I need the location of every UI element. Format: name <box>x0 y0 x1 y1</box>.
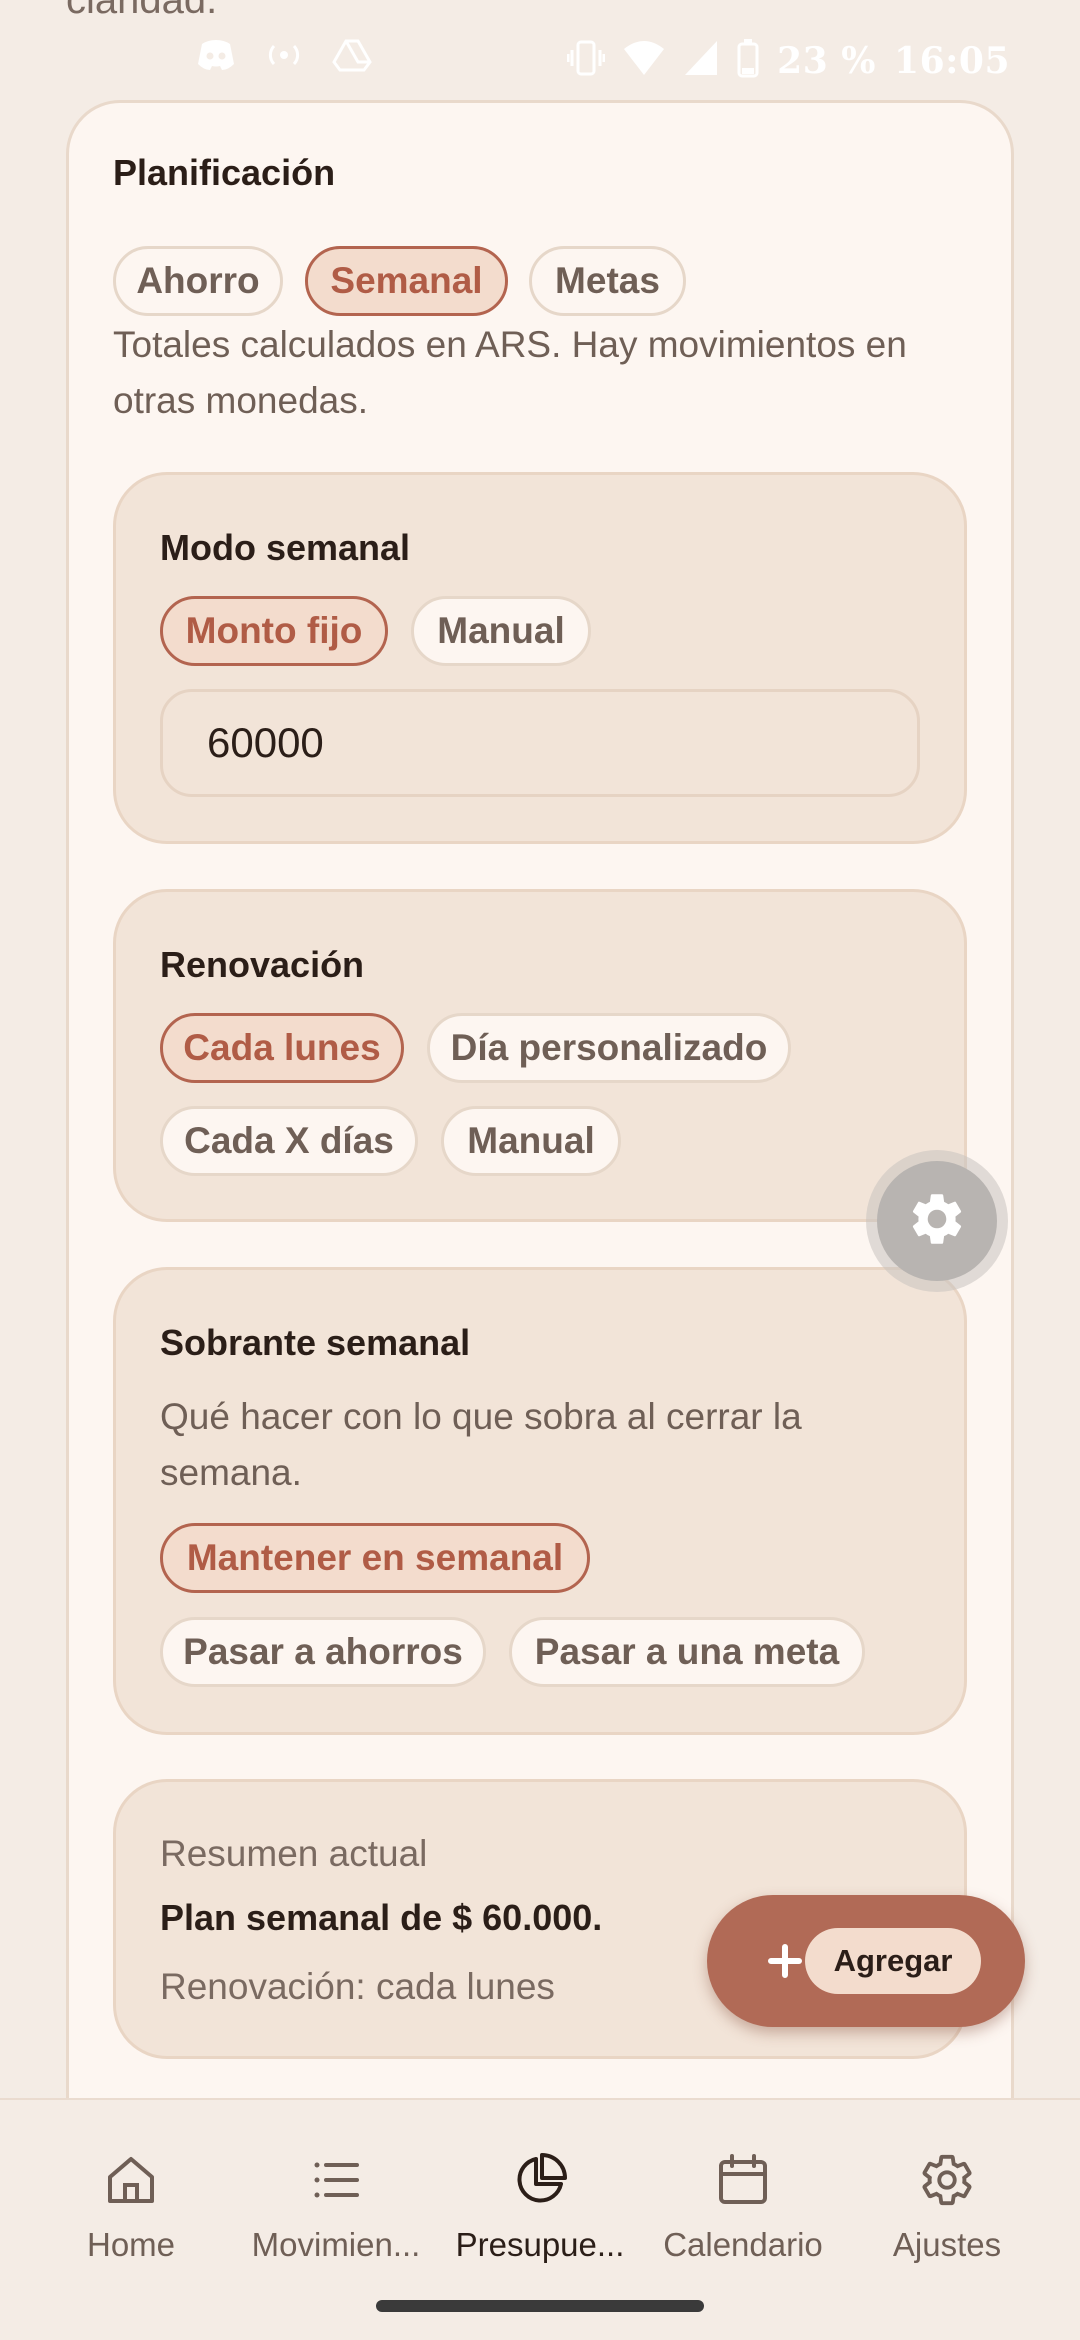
drive-icon <box>332 38 372 77</box>
option-label: Cada lunes <box>183 1027 381 1068</box>
option-label: Manual <box>467 1120 595 1161</box>
pie-chart-icon <box>510 2150 570 2210</box>
weekly-mode-title: Modo semanal <box>160 527 411 568</box>
status-bar: 23 % 16:05 <box>0 30 1080 90</box>
add-fab-label: Agregar <box>805 1928 981 1994</box>
nav-label: Presupue... <box>455 2226 625 2263</box>
hotspot-icon <box>264 38 304 77</box>
nav-presupuesto[interactable]: Presupue... <box>440 2150 640 2264</box>
nav-ajustes[interactable]: Ajustes <box>847 2150 1047 2264</box>
nav-calendario[interactable]: Calendario <box>643 2150 843 2264</box>
nav-home[interactable]: Home <box>31 2150 231 2264</box>
vibrate-icon <box>566 38 606 83</box>
option-label: Día personalizado <box>450 1027 768 1068</box>
battery-icon <box>737 38 759 83</box>
weekly-amount-input[interactable]: 60000 <box>160 689 920 797</box>
list-icon <box>306 2150 366 2210</box>
summary-label: Resumen actual <box>160 1833 428 1874</box>
option-pasar-a-ahorros[interactable]: Pasar a ahorros <box>160 1617 486 1687</box>
option-manual[interactable]: Manual <box>411 596 591 666</box>
nav-label: Calendario <box>663 2226 823 2263</box>
summary-renewal: Renovación: cada lunes <box>160 1966 555 2007</box>
tab-label: Metas <box>555 260 660 301</box>
nav-label: Movimien... <box>251 2226 421 2263</box>
option-pasar-a-una-meta[interactable]: Pasar a una meta <box>509 1617 865 1687</box>
home-icon <box>101 2150 161 2210</box>
option-dia-personalizado[interactable]: Día personalizado <box>427 1013 791 1083</box>
nav-label: Home <box>86 2226 176 2263</box>
summary-plan: Plan semanal de $ 60.000. <box>160 1897 603 1938</box>
option-label: Pasar a ahorros <box>183 1631 463 1672</box>
tab-ahorro[interactable]: Ahorro <box>113 246 283 316</box>
tab-label: Semanal <box>330 260 483 301</box>
currency-note: Totales calculados en ARS. Hay movimient… <box>113 324 907 421</box>
option-label: Mantener en semanal <box>186 1537 564 1578</box>
tab-label: Ahorro <box>136 260 260 301</box>
option-manual-renewal[interactable]: Manual <box>441 1106 621 1176</box>
option-mantener-en-semanal[interactable]: Mantener en semanal <box>160 1523 590 1593</box>
option-label: Cada X días <box>184 1120 394 1161</box>
option-cada-x-dias[interactable]: Cada X días <box>160 1106 418 1176</box>
nav-label: Ajustes <box>892 2226 1002 2263</box>
add-fab[interactable]: Agregar <box>707 1895 1025 2027</box>
renewal-title: Renovación <box>160 944 365 985</box>
clock: 16:05 <box>894 39 1010 82</box>
wifi-icon <box>623 39 665 82</box>
settings-fab[interactable] <box>866 1150 1008 1292</box>
option-label: Manual <box>437 610 565 651</box>
calendar-icon <box>713 2150 773 2210</box>
tab-semanal[interactable]: Semanal <box>305 246 508 316</box>
nav-movimientos[interactable]: Movimien... <box>236 2150 436 2264</box>
settings-icon <box>917 2150 977 2210</box>
leftover-description: Qué hacer con lo que sobra al cerrar la … <box>160 1396 802 1493</box>
battery-percent: 23 % <box>777 39 877 82</box>
option-label: Monto fijo <box>185 610 363 651</box>
home-indicator[interactable] <box>376 2300 704 2312</box>
tab-metas[interactable]: Metas <box>529 246 686 316</box>
discord-icon <box>196 38 236 77</box>
amount-value: 60000 <box>207 719 324 766</box>
option-label: Pasar a una meta <box>534 1631 840 1672</box>
gear-icon <box>906 1188 968 1255</box>
cutoff-text: claridad. <box>66 0 218 22</box>
option-cada-lunes[interactable]: Cada lunes <box>160 1013 404 1083</box>
signal-icon <box>683 39 719 82</box>
leftover-title: Sobrante semanal <box>160 1322 471 1363</box>
option-monto-fijo[interactable]: Monto fijo <box>160 596 388 666</box>
planning-title: Planificación <box>113 152 336 193</box>
